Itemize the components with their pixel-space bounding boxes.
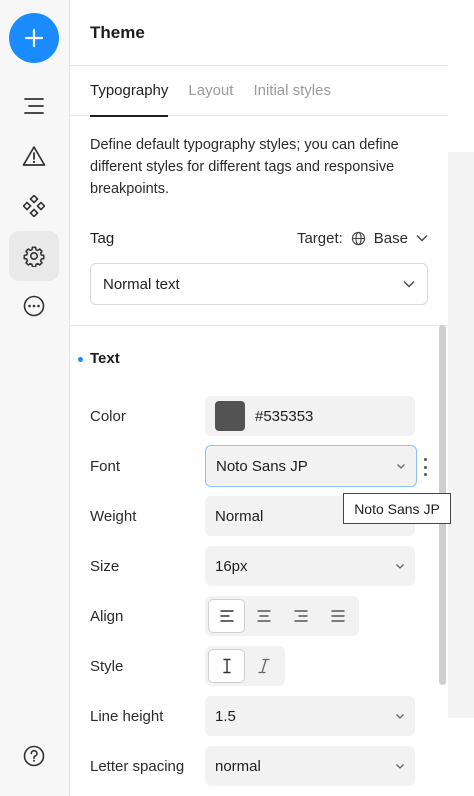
tab-layout[interactable]: Layout — [188, 66, 233, 116]
size-row: Size 16px — [90, 546, 420, 586]
color-value[interactable]: #535353 — [255, 408, 313, 425]
target-selector[interactable]: Target: Base — [297, 230, 428, 247]
tag-label: Tag — [90, 229, 115, 247]
help-button[interactable] — [9, 731, 59, 781]
font-label: Font — [90, 457, 121, 475]
line-height-row: Line height 1.5 — [90, 696, 420, 736]
align-left-icon — [219, 610, 234, 622]
weight-value: Normal — [215, 507, 264, 525]
style-normal-button[interactable] — [208, 649, 245, 683]
tab-typography[interactable]: Typography — [90, 66, 169, 117]
tab-bar: Typography Layout Initial styles — [70, 66, 448, 117]
target-label: Target: — [296, 229, 343, 247]
globe-icon — [351, 231, 365, 245]
size-value: 16px — [215, 557, 248, 575]
chevron-down-icon — [416, 235, 428, 242]
font-value: Noto Sans JP — [216, 457, 308, 475]
color-label: Color — [90, 407, 126, 425]
style-italic-button[interactable] — [245, 649, 282, 683]
align-row: Align — [90, 596, 420, 636]
outline-icon — [24, 98, 44, 114]
tag-select-value: Normal text — [103, 275, 180, 293]
size-select[interactable]: 16px — [205, 546, 415, 586]
gear-icon — [23, 246, 45, 267]
letter-spacing-select[interactable]: normal — [205, 746, 415, 786]
letter-spacing-label: Letter spacing — [90, 757, 185, 775]
color-swatch[interactable] — [215, 401, 245, 431]
panel-header: Theme — [70, 0, 448, 66]
align-center-button[interactable] — [245, 599, 282, 633]
text-section-title[interactable]: Text — [90, 350, 120, 367]
canvas-area — [448, 0, 474, 796]
style-segmented-control — [205, 646, 285, 686]
chevron-down-icon — [403, 281, 415, 288]
left-rail — [0, 0, 70, 796]
weight-label: Weight — [90, 507, 137, 525]
italic-icon — [257, 658, 270, 674]
text-cursor-icon — [222, 658, 231, 674]
line-height-label: Line height — [90, 707, 164, 725]
chevron-down-icon — [396, 763, 404, 769]
align-justify-button[interactable] — [319, 599, 356, 633]
align-right-button[interactable] — [282, 599, 319, 633]
font-tooltip: Noto Sans JP — [343, 493, 451, 524]
align-center-icon — [256, 610, 271, 622]
letter-spacing-value: normal — [215, 757, 261, 775]
tab-initial-styles[interactable]: Initial styles — [253, 66, 331, 116]
chevron-down-icon — [396, 713, 404, 719]
chevron-down-icon — [397, 463, 405, 469]
canvas-shade — [448, 152, 474, 718]
tag-row: Tag Target: Base — [90, 226, 428, 250]
align-segmented-control — [205, 596, 359, 636]
tag-select[interactable]: Normal text — [90, 263, 428, 305]
components-icon — [23, 195, 45, 217]
align-label: Align — [90, 607, 124, 625]
description: Define default typography styles; you ca… — [90, 137, 399, 197]
letter-spacing-row: Letter spacing normal — [90, 746, 420, 786]
line-height-select[interactable]: 1.5 — [205, 696, 415, 736]
add-button[interactable] — [9, 13, 59, 63]
theme-panel: Theme Typography Layout Initial styles D… — [70, 0, 448, 796]
style-row: Style — [90, 646, 420, 686]
more-button[interactable] — [9, 281, 59, 331]
components-button[interactable] — [9, 181, 59, 231]
theme-settings-button[interactable] — [9, 231, 59, 281]
align-right-icon — [293, 610, 308, 622]
font-options-kebab-icon[interactable] — [422, 458, 428, 476]
warning-icon — [22, 146, 46, 166]
style-label: Style — [90, 657, 124, 675]
section-indicator-dot — [78, 357, 83, 362]
help-icon — [23, 745, 45, 767]
size-label: Size — [90, 557, 120, 575]
line-height-value: 1.5 — [215, 707, 236, 725]
color-field[interactable]: #535353 — [205, 396, 415, 436]
font-select[interactable]: Noto Sans JP — [205, 445, 417, 487]
chevron-down-icon — [396, 563, 404, 569]
divider — [70, 325, 448, 326]
align-left-button[interactable] — [208, 599, 245, 633]
plus-icon — [24, 28, 44, 48]
font-row: Font Noto Sans JP — [90, 445, 420, 487]
warnings-button[interactable] — [9, 131, 59, 181]
outline-button[interactable] — [9, 81, 59, 131]
target-value: Base — [373, 229, 408, 247]
color-row: Color #535353 — [90, 396, 420, 436]
panel-title: Theme — [90, 22, 145, 42]
more-icon — [23, 295, 45, 317]
align-justify-icon — [330, 610, 345, 622]
